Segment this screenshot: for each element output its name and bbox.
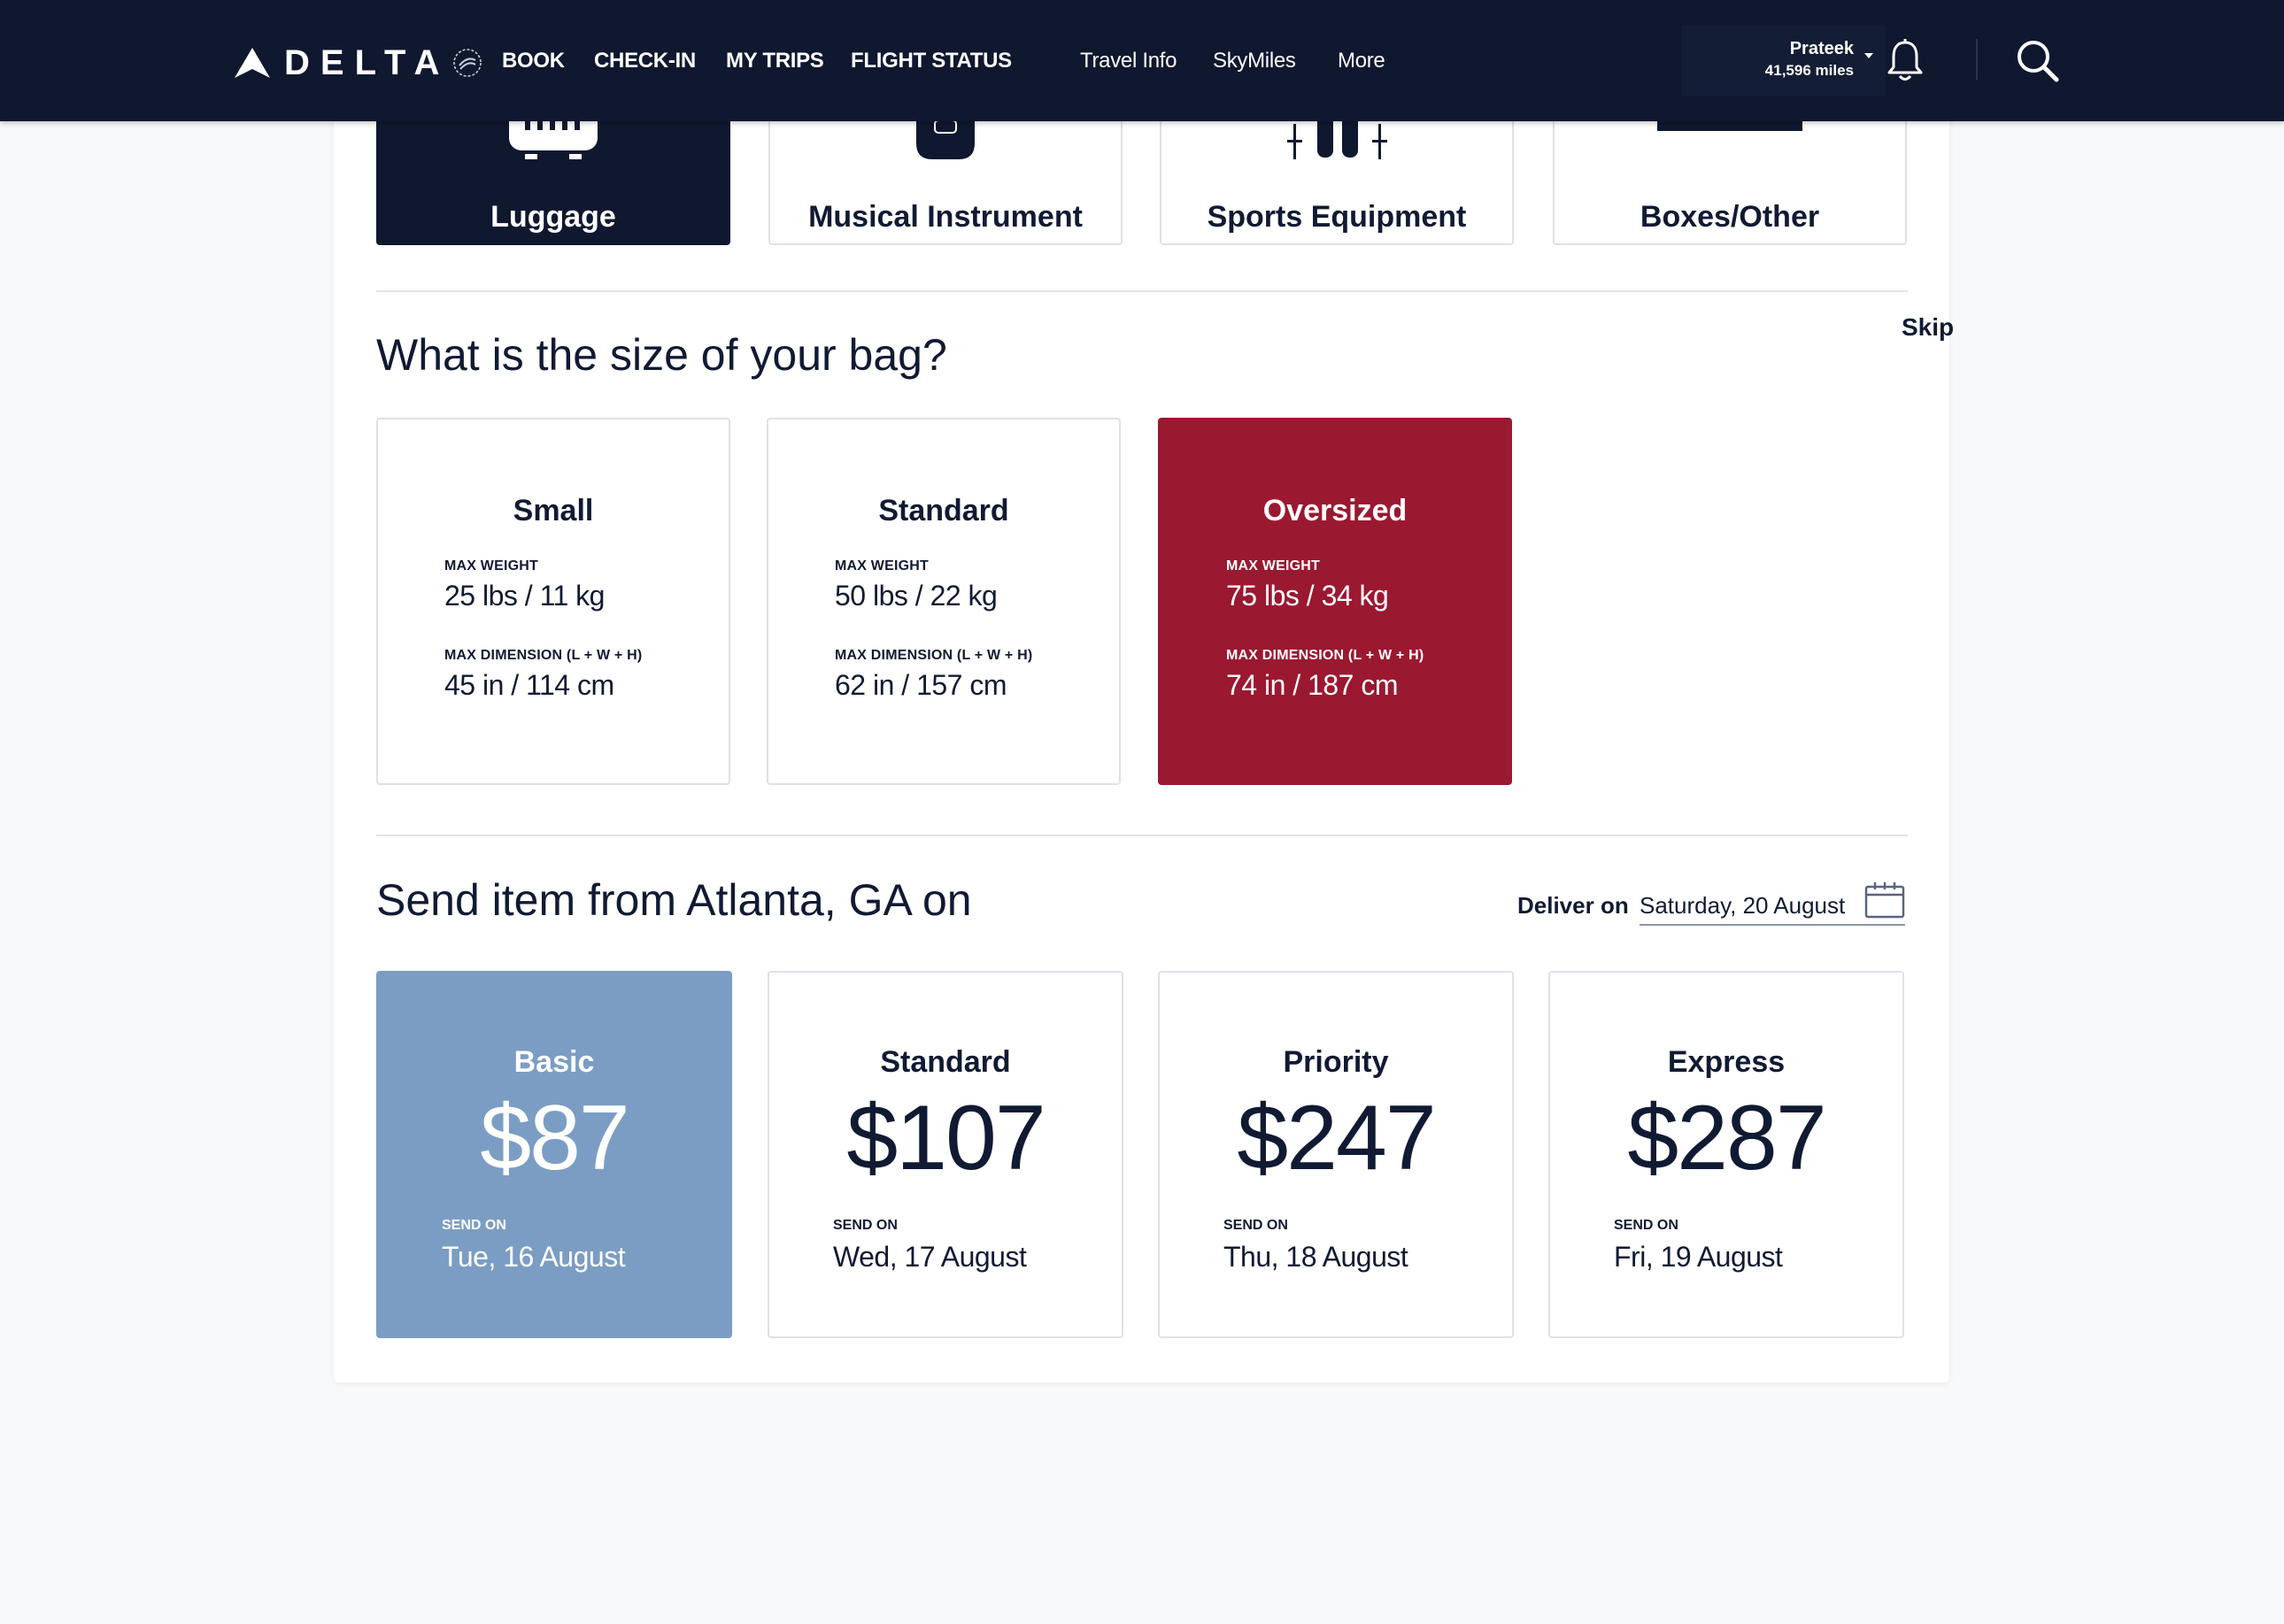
nav-flight-status[interactable]: FLIGHT STATUS (851, 49, 1012, 73)
size-name: Standard (878, 494, 1009, 527)
skyteam-badge-icon (453, 49, 482, 77)
max-weight-caption: MAX WEIGHT (444, 558, 538, 573)
option-name: Express (1667, 1045, 1786, 1079)
skip-link[interactable]: Skip (1902, 313, 1954, 342)
size-section-title: What is the size of your bag? (376, 330, 947, 380)
option-name: Priority (1283, 1045, 1389, 1079)
nav-check-in[interactable]: CHECK-IN (594, 49, 696, 73)
search-icon[interactable] (2016, 39, 2060, 83)
send-on-date: Tue, 16 August (442, 1241, 626, 1273)
max-dimension-value: 74 in / 187 cm (1226, 669, 1399, 701)
send-section-title: Send item from Atlanta, GA on (376, 875, 972, 925)
user-name: Prateek (1789, 39, 1854, 58)
send-on-date: Thu, 18 August (1223, 1241, 1408, 1273)
send-on-date: Wed, 17 August (833, 1241, 1027, 1273)
calendar-icon[interactable] (1864, 881, 1905, 919)
nav-book[interactable]: BOOK (502, 49, 565, 73)
max-dimension-value: 45 in / 114 cm (444, 669, 614, 701)
shipping-option-basic[interactable]: Basic $87 SEND ON Tue, 16 August (376, 971, 732, 1338)
option-price: $87 (480, 1087, 630, 1189)
max-dimension-value: 62 in / 157 cm (835, 669, 1007, 701)
max-weight-value: 50 lbs / 22 kg (835, 580, 998, 612)
deliver-on-label: Deliver on (1517, 892, 1629, 919)
nav-skymiles[interactable]: SkyMiles (1213, 49, 1296, 73)
nav-divider (1976, 39, 1978, 80)
shipping-option-standard[interactable]: Standard $107 SEND ON Wed, 17 August (768, 971, 1123, 1338)
section-divider (376, 290, 1908, 292)
deliver-date-value: Saturday, 20 August (1640, 892, 1846, 919)
account-menu[interactable]: Prateek 41,596 miles (1682, 25, 1886, 96)
user-miles: 41,596 miles (1764, 62, 1854, 79)
section-divider (376, 835, 1908, 836)
size-name: Small (513, 494, 594, 527)
bell-icon[interactable] (1886, 39, 1925, 83)
option-price: $107 (846, 1087, 1046, 1189)
send-on-date: Fri, 19 August (1614, 1241, 1783, 1273)
option-name: Basic (513, 1045, 595, 1079)
send-on-caption: SEND ON (833, 1218, 898, 1233)
option-name: Standard (880, 1045, 1011, 1079)
nav-my-trips[interactable]: MY TRIPS (726, 49, 824, 73)
size-name: Oversized (1262, 494, 1408, 527)
option-price: $247 (1237, 1087, 1436, 1189)
send-on-caption: SEND ON (1223, 1218, 1288, 1233)
max-weight-caption: MAX WEIGHT (1226, 558, 1320, 573)
size-option-small[interactable]: Small MAX WEIGHT 25 lbs / 11 kg MAX DIME… (376, 418, 730, 785)
max-weight-caption: MAX WEIGHT (835, 558, 929, 573)
chevron-down-icon (1864, 53, 1873, 58)
item-type-label: Musical Instrument (808, 200, 1083, 234)
item-type-label: Luggage (490, 200, 616, 234)
shipping-option-express[interactable]: Express $287 SEND ON Fri, 19 August (1548, 971, 1904, 1338)
send-on-caption: SEND ON (442, 1218, 506, 1233)
size-option-oversized[interactable]: Oversized MAX WEIGHT 75 lbs / 34 kg MAX … (1158, 418, 1512, 785)
shipping-option-priority[interactable]: Priority $247 SEND ON Thu, 18 August (1158, 971, 1514, 1338)
option-price: $287 (1627, 1087, 1826, 1189)
top-navigation: DELTA BOOK CHECK-IN MY TRIPS FLIGHT STAT… (0, 0, 2284, 121)
item-type-label: Boxes/Other (1640, 200, 1820, 234)
deliver-date-field[interactable]: Saturday, 20 August (1640, 882, 1905, 926)
send-on-caption: SEND ON (1614, 1218, 1678, 1233)
size-option-standard[interactable]: Standard MAX WEIGHT 50 lbs / 22 kg MAX D… (767, 418, 1121, 785)
delta-widget-icon (235, 48, 270, 78)
item-type-label: Sports Equipment (1207, 200, 1467, 234)
max-weight-value: 25 lbs / 11 kg (444, 580, 605, 612)
max-dimension-caption: MAX DIMENSION (L + W + H) (444, 648, 643, 663)
nav-more[interactable]: More (1338, 49, 1385, 73)
brand-name: DELTA (284, 43, 451, 82)
max-weight-value: 75 lbs / 34 kg (1226, 580, 1389, 612)
max-dimension-caption: MAX DIMENSION (L + W + H) (1226, 648, 1424, 663)
max-dimension-caption: MAX DIMENSION (L + W + H) (835, 648, 1033, 663)
delta-logo[interactable]: DELTA (235, 44, 483, 81)
nav-travel-info[interactable]: Travel Info (1080, 49, 1177, 73)
